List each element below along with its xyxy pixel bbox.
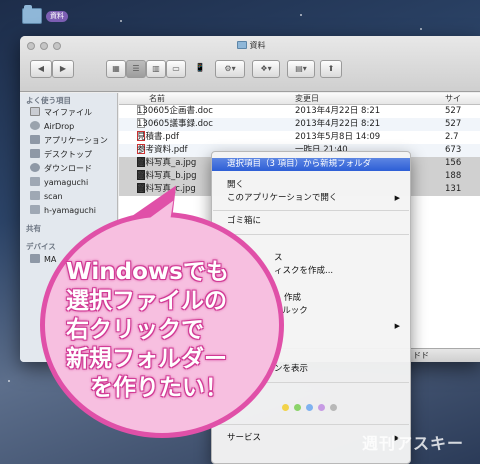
- menu-item-trash[interactable]: ゴミ箱に: [212, 215, 410, 228]
- table-row[interactable]: 130605企画書.doc 2013年4月22日 8:21 527: [119, 105, 480, 118]
- devices-header: デバイス: [26, 242, 56, 251]
- sidebar-item-h-yamaguchi[interactable]: h-yamaguchi: [30, 204, 96, 217]
- sidebar-item-airdrop[interactable]: AirDrop: [30, 120, 74, 133]
- callout-line: 右クリックで: [66, 317, 204, 343]
- callout-line: を作りたい！: [90, 375, 228, 401]
- quicklook-button[interactable]: 📱: [192, 60, 208, 78]
- list-icon: ☰: [132, 64, 140, 73]
- sidebar-item-yamaguchi[interactable]: yamaguchi: [30, 176, 88, 189]
- submenu-arrow-icon: ▶: [394, 322, 400, 330]
- column-name[interactable]: 名前: [149, 93, 165, 105]
- view-list-button[interactable]: ☰: [126, 60, 146, 78]
- menu-item-new-folder-with-selection[interactable]: 選択項目（3 項目）から新規フォルダ: [212, 158, 410, 171]
- computer-icon: [30, 254, 40, 263]
- submenu-arrow-icon: ▶: [394, 194, 400, 202]
- desktop-folder-label[interactable]: 資料: [46, 11, 68, 22]
- view-flow-button[interactable]: ▭: [166, 60, 186, 78]
- dropbox-button[interactable]: ❖▾: [252, 60, 280, 78]
- action-gear-button[interactable]: ⚙▾: [215, 60, 245, 78]
- callout-text: Windowsでも 選択ファイルの 右クリックで 新規フォルダー を作りたい！: [66, 258, 266, 403]
- favorites-header: よく使う項目: [26, 96, 71, 105]
- menu-separator: [213, 424, 409, 425]
- callout-line: Windowsでも: [66, 259, 229, 285]
- tag-blue[interactable]: [306, 404, 313, 411]
- table-row[interactable]: 見積書.pdf 2013年5月8日 14:09 2.7: [119, 131, 480, 144]
- arrange-icon: ▤: [295, 64, 303, 73]
- watermark-logo: 週刊アスキー: [361, 434, 464, 453]
- sidebar-item-downloads[interactable]: ダウンロード: [30, 162, 92, 175]
- view-icon-button[interactable]: ▦: [106, 60, 126, 78]
- menu-item-open[interactable]: 開く: [212, 179, 410, 192]
- shared-header: 共有: [26, 224, 41, 233]
- airdrop-icon: [30, 121, 40, 130]
- desktop-folder-icon[interactable]: [22, 5, 42, 24]
- tag-gray[interactable]: [330, 404, 337, 411]
- sidebar-item-desktop[interactable]: デスクトップ: [30, 148, 92, 161]
- menu-item-open-with[interactable]: このアプリケーションで開く ▶: [212, 192, 410, 205]
- menu-separator: [213, 210, 409, 211]
- callout-line: 選択ファイルの: [66, 288, 227, 314]
- back-button[interactable]: ◀: [30, 60, 52, 78]
- coverflow-icon: ▭: [172, 64, 180, 73]
- forward-button[interactable]: ▶: [52, 60, 74, 78]
- tag-yellow[interactable]: [282, 404, 289, 411]
- files-icon: [30, 107, 40, 116]
- folder-icon: [30, 191, 40, 200]
- share-button[interactable]: ⬆: [320, 60, 342, 78]
- window-titlebar: 資料 ◀ ▶ ▦ ☰ ▥ ▭ 📱 ⚙▾ ❖▾ ▤▾ ⬆: [20, 36, 480, 92]
- view-column-button[interactable]: ▥: [146, 60, 166, 78]
- sidebar-item-scan[interactable]: scan: [30, 190, 63, 203]
- folder-icon: [236, 41, 247, 49]
- tag-purple[interactable]: [318, 404, 325, 411]
- window-title: 資料: [20, 40, 480, 51]
- column-header: 名前 変更日 サイ: [119, 93, 480, 105]
- tag-green[interactable]: [294, 404, 301, 411]
- tag-colors: [282, 404, 342, 414]
- column-modified[interactable]: 変更日: [295, 93, 319, 105]
- download-icon: [30, 163, 40, 172]
- desktop-icon: [30, 149, 40, 158]
- folder-icon: [30, 205, 40, 214]
- table-row[interactable]: 130605議事録.doc 2013年4月22日 8:21 527: [119, 118, 480, 131]
- menu-separator: [213, 234, 409, 235]
- column-size[interactable]: サイ: [445, 93, 461, 105]
- folder-icon: [30, 177, 40, 186]
- sidebar-item-device[interactable]: MA: [30, 253, 56, 266]
- grid-icon: ▦: [112, 64, 120, 73]
- callout-line: 新規フォルダー: [66, 346, 227, 372]
- arrange-button[interactable]: ▤▾: [287, 60, 315, 78]
- dropbox-icon: ❖: [260, 64, 268, 73]
- sidebar-item-applications[interactable]: アプリケーション: [30, 134, 108, 147]
- phone-icon: 📱: [195, 63, 205, 72]
- sidebar-item-myfiles[interactable]: マイファイル: [30, 106, 92, 119]
- apps-icon: [30, 135, 40, 144]
- column-icon: ▥: [152, 64, 160, 73]
